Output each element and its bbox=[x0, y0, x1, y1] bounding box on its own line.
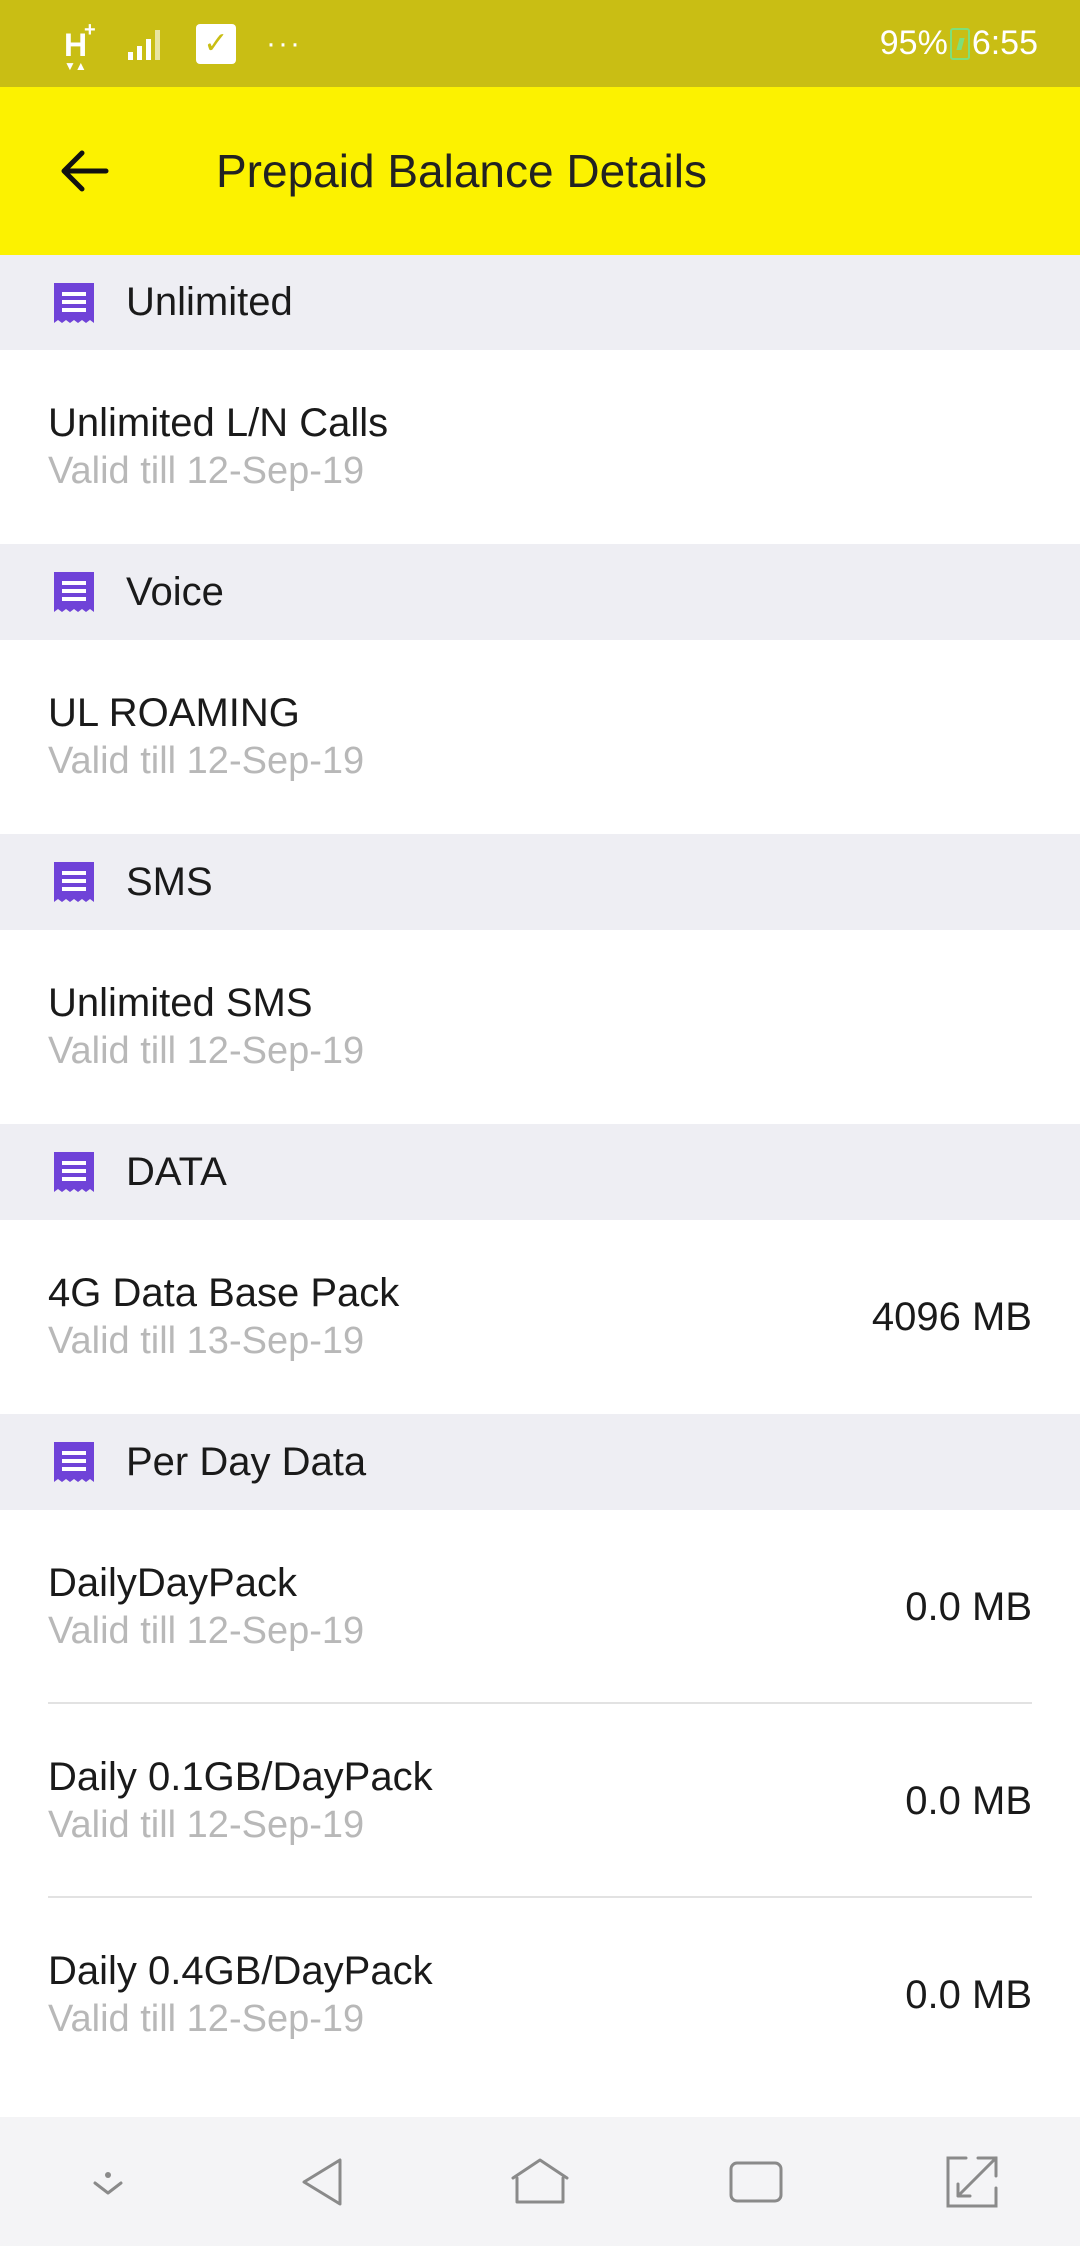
pack-validity: Valid till 12-Sep-19 bbox=[48, 1998, 365, 2040]
section-title: Unlimited bbox=[126, 280, 293, 324]
section-header-per-day-data: Per Day Data bbox=[0, 1414, 1080, 1510]
pack-validity: Valid till 12-Sep-19 bbox=[48, 450, 365, 492]
pack-validity: Valid till 12-Sep-19 bbox=[48, 1610, 365, 1652]
pack-name: DailyDayPack bbox=[48, 1561, 297, 1605]
back-triangle-icon bbox=[302, 2158, 342, 2205]
home-icon bbox=[511, 2158, 569, 2203]
section-title: Voice bbox=[126, 569, 224, 614]
chevron-down-icon bbox=[93, 2171, 123, 2194]
pack-validity: Valid till 12-Sep-19 bbox=[48, 1804, 365, 1846]
section-header-unlimited: Unlimited bbox=[0, 255, 1080, 350]
battery-charging-icon bbox=[949, 27, 970, 60]
more-notifications-icon: ··· bbox=[266, 26, 302, 60]
pack-validity: Valid till 12-Sep-19 bbox=[48, 740, 365, 782]
section-title: SMS bbox=[126, 859, 213, 904]
section-header-sms: SMS bbox=[0, 834, 1080, 930]
network-type-icon: H + ▼▲ bbox=[64, 18, 96, 73]
receipt-icon bbox=[52, 1440, 96, 1484]
app-bar: Prepaid Balance Details bbox=[0, 87, 1080, 255]
receipt-icon bbox=[52, 281, 96, 325]
balance-list[interactable]: Unlimited Unlimited L/N Calls Valid till… bbox=[0, 255, 1080, 2117]
status-bar: H + ▼▲ ✓ ··· 95% 6:55 bbox=[0, 0, 1080, 87]
page-title: Prepaid Balance Details bbox=[216, 145, 707, 197]
signal-icon bbox=[128, 29, 160, 60]
pack-balance: 0.0 MB bbox=[905, 1972, 1032, 2017]
section-title: Per Day Data bbox=[126, 1439, 367, 1484]
pack-name: 4G Data Base Pack bbox=[48, 1271, 400, 1315]
section-title: DATA bbox=[126, 1149, 227, 1194]
pack-validity: Valid till 13-Sep-19 bbox=[48, 1320, 365, 1362]
pack-validity: Valid till 12-Sep-19 bbox=[48, 1030, 365, 1072]
pack-name: Daily 0.4GB/DayPack bbox=[48, 1949, 433, 1993]
section-header-data: DATA bbox=[0, 1124, 1080, 1220]
expand-icon bbox=[946, 2156, 998, 2207]
nav-home-button[interactable] bbox=[490, 2132, 590, 2232]
section-header-voice: Voice bbox=[0, 544, 1080, 640]
pack-name: UL ROAMING bbox=[48, 691, 300, 735]
battery-percentage: 95% bbox=[879, 24, 948, 62]
list-item[interactable]: Daily 0.4GB/DayPack Valid till 12-Sep-19… bbox=[0, 1898, 1080, 2092]
list-item[interactable]: Daily 0.1GB/DayPack Valid till 12-Sep-19… bbox=[0, 1704, 1080, 1898]
list-item[interactable]: DailyDayPack Valid till 12-Sep-19 0.0 MB bbox=[0, 1510, 1080, 1704]
system-nav-bar bbox=[0, 2117, 1080, 2246]
back-button[interactable] bbox=[24, 111, 144, 231]
receipt-icon bbox=[52, 570, 96, 614]
list-item[interactable]: Unlimited SMS Valid till 12-Sep-19 bbox=[0, 930, 1080, 1124]
hide-nav-button[interactable] bbox=[58, 2132, 158, 2232]
list-item[interactable]: Unlimited L/N Calls Valid till 12-Sep-19 bbox=[0, 350, 1080, 544]
pack-balance: 0.0 MB bbox=[905, 1584, 1032, 1629]
arrow-left-icon bbox=[61, 150, 109, 192]
list-item[interactable]: UL ROAMING Valid till 12-Sep-19 bbox=[0, 640, 1080, 834]
pack-balance: 4096 MB bbox=[871, 1294, 1032, 1339]
pack-name: Unlimited L/N Calls bbox=[48, 401, 389, 445]
checklist-app-icon: ✓ bbox=[196, 23, 236, 64]
receipt-icon bbox=[52, 1150, 96, 1194]
nav-recents-button[interactable] bbox=[706, 2132, 806, 2232]
app-root: H + ▼▲ ✓ ··· 95% 6:55 Prepaid Balance De… bbox=[0, 0, 1080, 2246]
nav-back-button[interactable] bbox=[274, 2132, 374, 2232]
pack-name: Daily 0.1GB/DayPack bbox=[48, 1755, 433, 1799]
recents-icon bbox=[729, 2161, 783, 2202]
list-item[interactable]: 4G Data Base Pack Valid till 13-Sep-19 4… bbox=[0, 1220, 1080, 1414]
receipt-icon bbox=[52, 860, 96, 904]
clock: 6:55 bbox=[971, 24, 1038, 62]
pack-balance: 0.0 MB bbox=[905, 1778, 1032, 1823]
nav-expand-button[interactable] bbox=[922, 2132, 1022, 2232]
pack-name: Unlimited SMS bbox=[48, 981, 313, 1025]
